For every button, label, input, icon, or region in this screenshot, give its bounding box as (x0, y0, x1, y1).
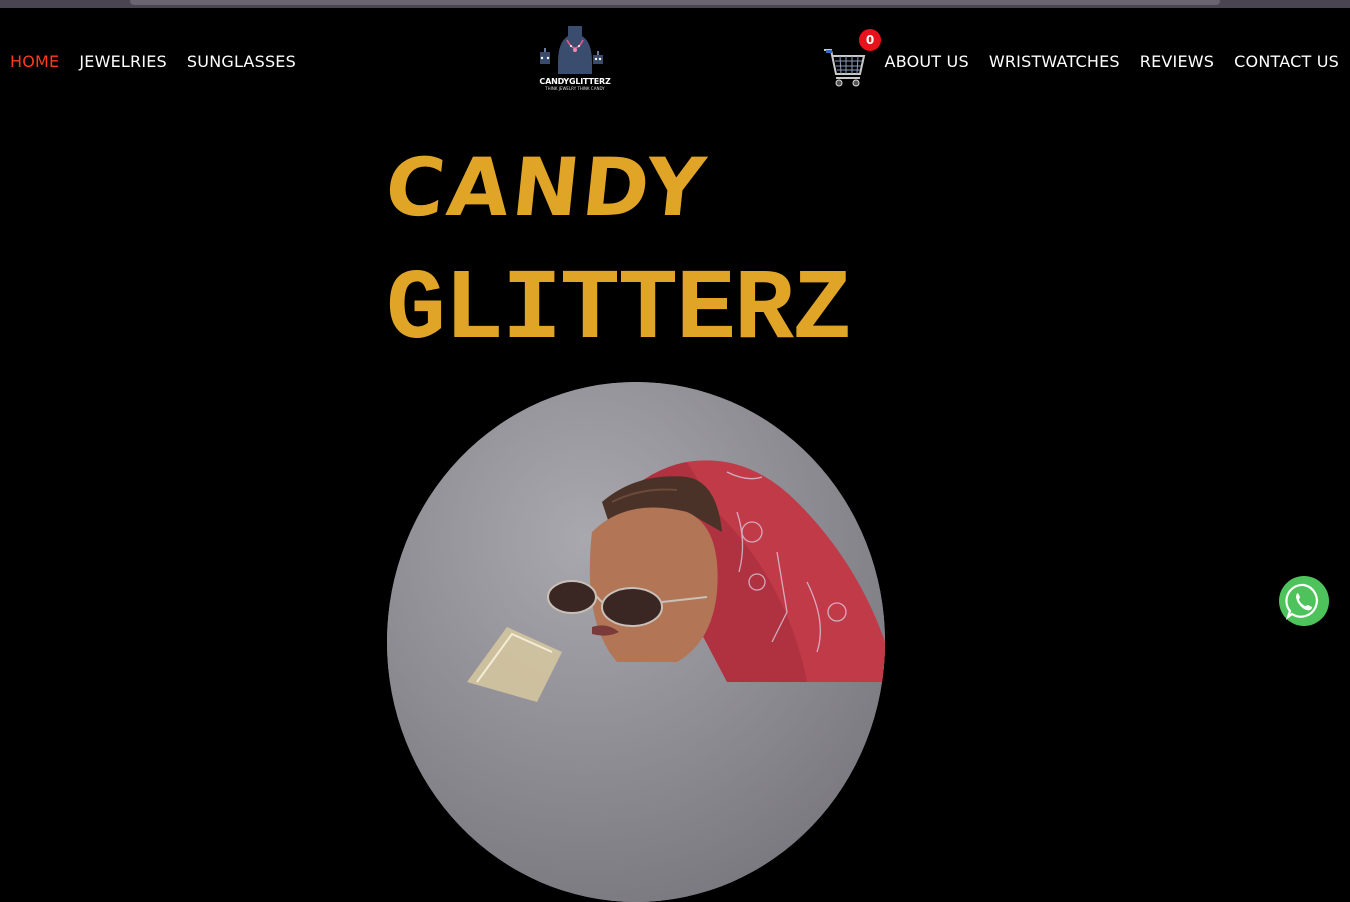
hero-title-line1: CANDY (381, 141, 713, 234)
site-logo[interactable]: CANDYGLITTERZ THINK JEWELRY THINK CANDY (532, 22, 618, 96)
top-strip-inner (130, 0, 1220, 5)
nav-wristwatches-link[interactable]: WRISTWATCHES (989, 52, 1120, 71)
shopping-cart-icon (824, 49, 866, 87)
browser-top-strip (0, 0, 1350, 8)
cart-count-badge: 0 (859, 29, 881, 51)
nav-right: ABOUT US WRISTWATCHES REVIEWS CONTACT US (865, 52, 1339, 71)
nav-jewelries-link[interactable]: JEWELRIES (79, 52, 167, 71)
nav-left: HOME JEWELRIES SUNGLASSES (10, 52, 316, 71)
jewelry-bust-icon (540, 26, 603, 74)
hero-portrait-image (387, 382, 885, 902)
whatsapp-button[interactable] (1279, 576, 1329, 626)
whatsapp-icon (1285, 583, 1318, 620)
hero-title-line2: GLITTERZ (386, 255, 852, 368)
nav-sunglasses-link[interactable]: SUNGLASSES (187, 52, 296, 71)
portrait-illustration (387, 382, 885, 902)
cart-button[interactable] (822, 44, 866, 88)
nav-contact-us-link[interactable]: CONTACT US (1234, 52, 1339, 71)
nav-about-us-link[interactable]: ABOUT US (885, 52, 969, 71)
nav-home-link[interactable]: HOME (10, 52, 59, 71)
logo-tagline: THINK JEWELRY THINK CANDY (545, 86, 605, 91)
logo-name: CANDYGLITTERZ (539, 77, 611, 86)
nav-reviews-link[interactable]: REVIEWS (1140, 52, 1214, 71)
